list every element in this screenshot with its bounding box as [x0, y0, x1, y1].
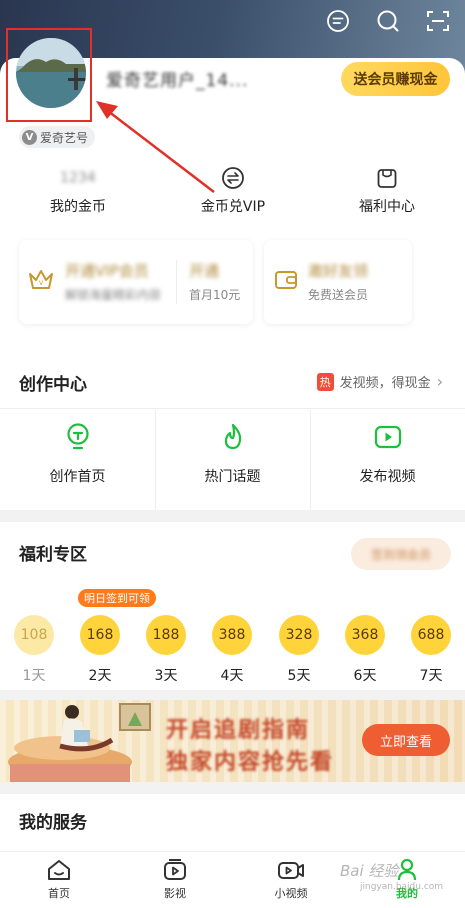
coin-count: 1234 [60, 170, 96, 186]
gift-box-icon [377, 169, 397, 188]
nav-home-label: 首页 [48, 887, 70, 900]
services-title: 我的服务 [19, 813, 87, 833]
banner-illustration [8, 703, 151, 782]
camera-play-icon [278, 862, 304, 879]
next-day-tip: 明日签到可领 [78, 589, 156, 607]
card-divider [176, 260, 177, 304]
open-vip-title: 开通VIP会员 [65, 262, 149, 280]
checkin-day-label: 5天 [287, 668, 311, 684]
username[interactable]: 爱奇艺用户_14... [106, 66, 248, 91]
open-vip-card[interactable]: V 开通VIP会员 解锁海量精彩内容 开通 首月10元 [19, 240, 253, 324]
nav-short-video-label: 小视频 [274, 887, 308, 900]
publish-video-button[interactable]: 发布视频 [310, 410, 465, 510]
search-icon[interactable] [375, 8, 401, 34]
crown-icon: V [29, 270, 53, 289]
checkin-coin-day5[interactable]: 328 [279, 615, 319, 655]
nav-home[interactable]: 首页 [14, 858, 104, 901]
nav-short-video[interactable]: 小视频 [246, 858, 336, 901]
avatar-highlight-box [6, 28, 92, 122]
video-play-icon [374, 425, 401, 449]
checkin-coin-day2[interactable]: 168 [80, 615, 120, 655]
benefit-pill-label: 签到领会员 [370, 547, 431, 562]
services-section: 我的服务 [0, 794, 465, 851]
checkin-coin-day4[interactable]: 388 [212, 615, 252, 655]
promo-banner[interactable]: 开启追剧指南 独家内容抢先看 立即查看 [0, 700, 465, 782]
checkin-coin-day3[interactable]: 188 [146, 615, 186, 655]
hot-topics-label: 热门话题 [204, 469, 261, 485]
view-now-button[interactable]: 立即查看 [362, 724, 450, 756]
wallet-icon [275, 271, 297, 289]
gift-vip-button[interactable]: 送会员赚现金 [341, 62, 450, 96]
creation-promo-text: 发视频，得现金 [339, 376, 431, 391]
checkin-day-label: 2天 [88, 668, 112, 684]
publish-video-label: 发布视频 [359, 469, 416, 485]
home-icon [48, 860, 70, 880]
creation-home-button[interactable]: 创作首页 [0, 410, 155, 510]
banner-line1: 开启追剧指南 [166, 718, 311, 743]
vip-price-sub: 首月10元 [189, 288, 241, 302]
hot-badge: 热 [316, 372, 334, 391]
coins-to-vip-button[interactable]: 金币兑VIP [192, 166, 274, 216]
flame-icon [224, 423, 241, 450]
invite-title: 邀好友领 [308, 262, 369, 280]
chevron-right-icon: › [436, 372, 443, 391]
hot-topics-button[interactable]: 热门话题 [155, 410, 310, 510]
checkin-day-label: 3天 [154, 668, 178, 684]
creation-center-section: 创作中心 热 发视频，得现金 › 创作首页 热门话题 发布视频 [0, 350, 465, 510]
invite-subtitle: 免费送会员 [308, 288, 369, 302]
creation-center-title: 创作中心 [19, 375, 87, 395]
avatar[interactable] [16, 38, 86, 108]
message-icon[interactable] [325, 8, 351, 34]
checkin-coin-day7[interactable]: 688 [411, 615, 451, 655]
my-coins-label: 我的金币 [50, 199, 106, 215]
benefits-title: 福利专区 [19, 545, 87, 565]
checkin-day-label: 6天 [353, 668, 377, 684]
svg-text:V: V [39, 280, 44, 287]
vip-price-title: 开通 [189, 262, 220, 280]
benefits-section: 福利专区 签到领会员 明日签到可领 108 1天 168 2天 188 3天 3… [0, 522, 465, 690]
exchange-icon [222, 167, 244, 189]
iqiyi-v-icon: V [22, 129, 37, 145]
coins-to-vip-label: 金币兑VIP [200, 199, 266, 215]
tv-play-icon [164, 859, 186, 880]
lightbulb-icon [66, 423, 89, 450]
checkin-day-label: 4天 [220, 668, 244, 684]
badge-label: 爱奇艺号 [40, 130, 89, 145]
scan-icon[interactable] [425, 8, 451, 34]
invite-friend-card[interactable]: 邀好友领 免费送会员 [264, 240, 412, 324]
checkin-day-label: 1天 [22, 668, 46, 684]
nav-movies[interactable]: 影视 [130, 858, 220, 901]
top-icon-bar [325, 8, 451, 34]
baidu-watermark-url: jingyan.baidu.com [360, 882, 444, 892]
benefit-pill-button[interactable]: 签到领会员 [351, 538, 451, 570]
checkin-coin-day6[interactable]: 368 [345, 615, 385, 655]
avatar-image [16, 38, 86, 108]
welfare-center-button[interactable]: 福利中心 [351, 166, 423, 216]
welfare-center-label: 福利中心 [359, 199, 415, 215]
banner-line2: 独家内容抢先看 [166, 750, 335, 775]
checkin-day-label: 7天 [419, 668, 443, 684]
baidu-watermark: Bai 经验 [340, 862, 399, 880]
iqiyi-account-badge[interactable]: V 爱奇艺号 [19, 126, 96, 148]
checkin-coin-day1[interactable]: 108 [14, 615, 54, 655]
nav-movies-label: 影视 [164, 887, 186, 900]
creation-promo-link[interactable]: 热 发视频，得现金 › [316, 372, 443, 391]
open-vip-subtitle: 解锁海量精彩内容 [65, 288, 162, 302]
creation-home-label: 创作首页 [49, 469, 106, 485]
section-divider [0, 408, 465, 409]
my-coins-button[interactable]: 1234 我的金币 [40, 166, 116, 216]
